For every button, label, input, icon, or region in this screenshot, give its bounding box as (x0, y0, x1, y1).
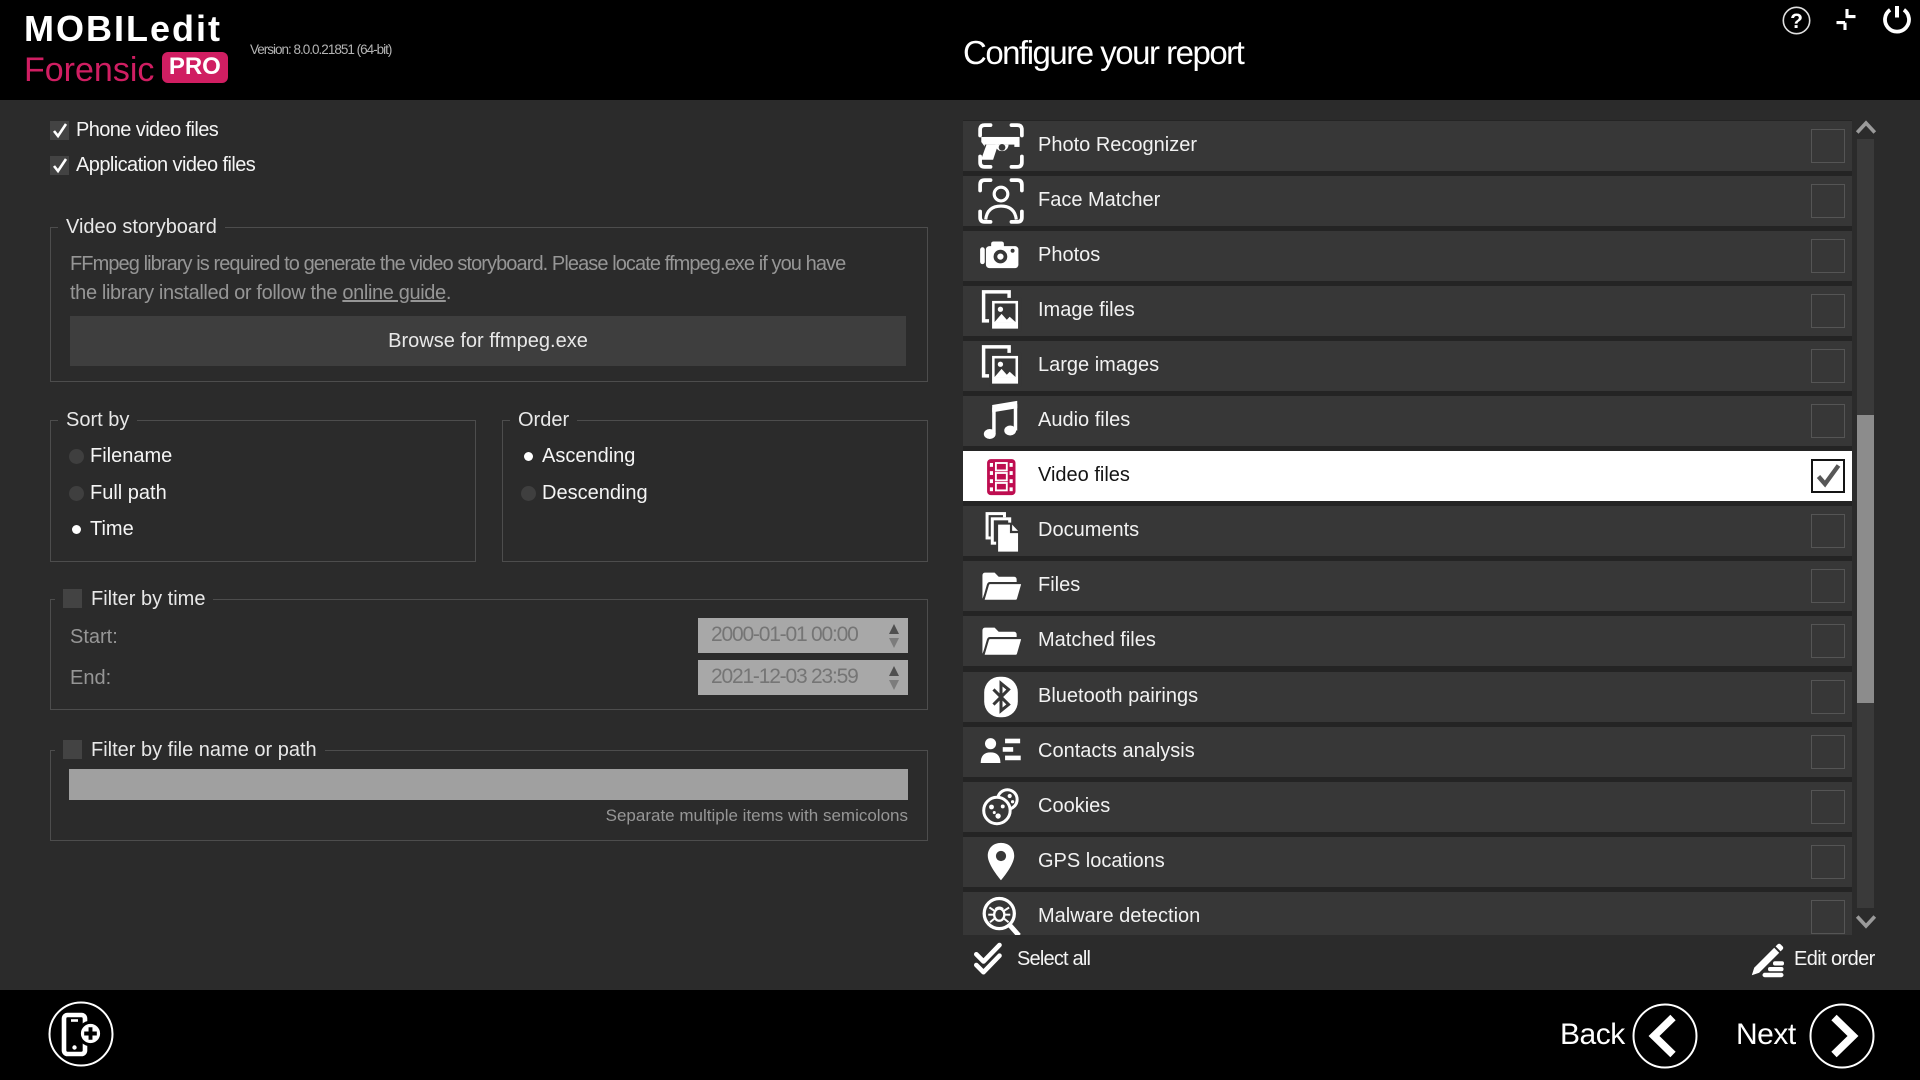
svg-text:?: ? (1790, 10, 1803, 33)
